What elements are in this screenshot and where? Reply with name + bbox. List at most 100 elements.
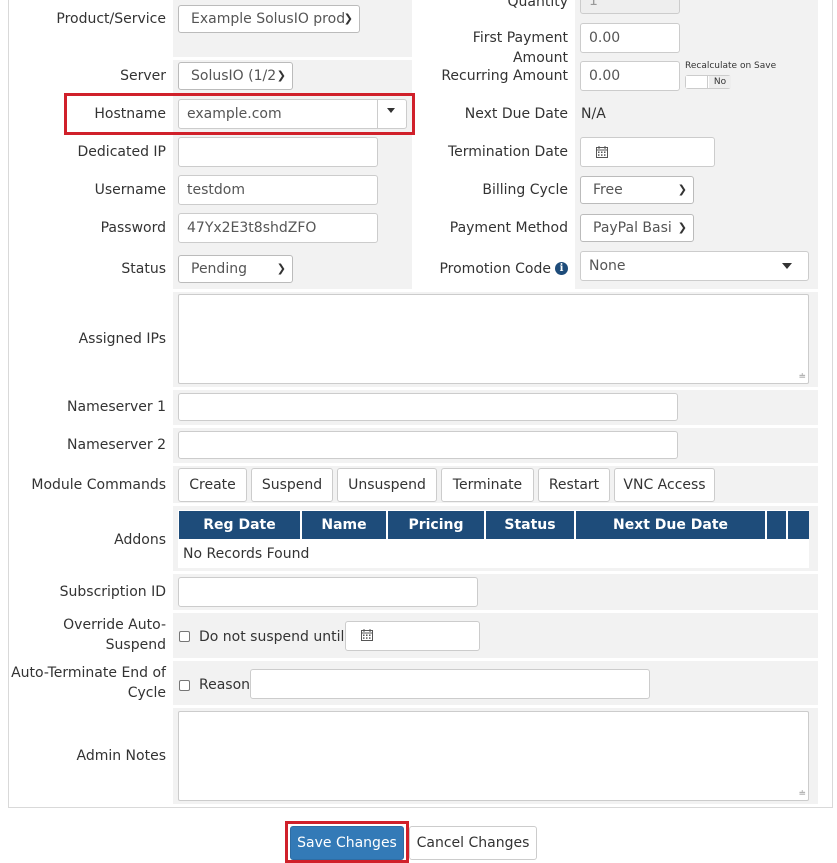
column-header-status[interactable]: Status — [486, 511, 576, 539]
row-sep — [173, 571, 818, 574]
status-value: Pending — [191, 261, 247, 277]
product-service-value: Example SolusIO prod — [191, 11, 346, 27]
addons-empty-text: No Records Found — [183, 546, 310, 562]
password-label: Password — [100, 220, 166, 236]
dedicated-ip-input[interactable] — [178, 137, 378, 167]
cancel-changes-button[interactable]: Cancel Changes — [409, 826, 537, 860]
save-changes-button[interactable]: Save Changes — [290, 826, 404, 860]
chevron-down-icon: ❯ — [276, 262, 286, 275]
recalculate-toggle[interactable]: No — [685, 75, 731, 89]
chevron-down-icon: ❯ — [276, 69, 286, 82]
chevron-down-icon: ❯ — [677, 221, 687, 234]
nameserver1-input[interactable] — [178, 393, 678, 421]
row-sep — [173, 658, 818, 661]
quantity-input[interactable]: 1 — [580, 0, 680, 14]
first-payment-label: First Payment Amount — [472, 30, 568, 66]
override-suspend-label-1: Override Auto- — [63, 617, 166, 633]
termination-label: Termination Date — [447, 144, 568, 160]
first-payment-input[interactable]: 0.00 — [580, 23, 680, 53]
addons-label: Addons — [114, 532, 166, 548]
restart-button[interactable]: Restart — [538, 468, 610, 502]
assigned-ips-textarea[interactable]: ≐ — [178, 294, 809, 384]
column-header-next-due-date[interactable]: Next Due Date — [576, 511, 767, 539]
username-label: Username — [94, 182, 166, 198]
column-header-blank-1 — [767, 511, 788, 539]
password-value: 47Yx2E3t8shdZFO — [187, 220, 317, 236]
auto-terminate-checkbox[interactable] — [179, 680, 190, 691]
do-not-suspend-label: Do not suspend until — [199, 629, 345, 645]
recurring-input[interactable]: 0.00 — [580, 61, 680, 91]
admin-notes-textarea[interactable]: ≐ — [178, 711, 809, 801]
reason-label: Reason — [199, 677, 251, 693]
toggle-knob — [686, 76, 708, 88]
server-select[interactable]: SolusIO (1/2 ❯ — [178, 62, 293, 90]
do-not-suspend-checkbox[interactable] — [179, 631, 190, 642]
row-sep — [173, 57, 412, 60]
column-header-name[interactable]: Name — [302, 511, 388, 539]
column-header-reg-date[interactable]: Reg Date — [179, 511, 302, 539]
nameserver2-input[interactable] — [178, 431, 678, 459]
auto-terminate-label-1: Auto-Terminate End of — [11, 665, 166, 681]
create-button[interactable]: Create — [178, 468, 247, 502]
resize-grip-icon[interactable]: ≐ — [798, 790, 806, 799]
admin-notes-label: Admin Notes — [76, 748, 166, 764]
column-header-blank-2 — [788, 511, 809, 539]
subscription-id-label: Subscription ID — [59, 584, 166, 600]
product-service-label: Product/Service — [56, 11, 166, 27]
row-sep — [173, 463, 818, 466]
next-due-value: N/A — [581, 106, 606, 122]
auto-terminate-label-2: Cycle — [127, 685, 166, 701]
server-value: SolusIO (1/2 — [191, 68, 277, 84]
resize-grip-icon[interactable]: ≐ — [798, 373, 806, 382]
info-icon[interactable]: i — [555, 262, 568, 275]
username-input[interactable]: testdom — [178, 175, 378, 205]
nameserver2-label: Nameserver 2 — [67, 437, 166, 453]
dedicated-ip-label: Dedicated IP — [77, 144, 166, 160]
payment-method-value: PayPal Basi — [593, 220, 672, 236]
promotion-code-value: None — [589, 258, 626, 274]
next-due-label: Next Due Date — [464, 106, 568, 122]
row-sep — [173, 387, 818, 390]
billing-cycle-value: Free — [593, 182, 623, 198]
nameserver1-label: Nameserver 1 — [67, 399, 166, 415]
row-sep — [173, 705, 818, 708]
vnc-access-button[interactable]: VNC Access — [614, 468, 715, 502]
status-select[interactable]: Pending ❯ — [178, 255, 293, 283]
product-service-select[interactable]: Example SolusIO prod ❯ — [178, 5, 360, 33]
recalculate-label: Recalculate on Save — [685, 61, 777, 71]
chevron-down-icon: ❯ — [343, 12, 353, 25]
row-sep — [173, 503, 818, 506]
billing-cycle-label: Billing Cycle — [482, 182, 568, 198]
row-sep — [173, 425, 818, 428]
quantity-label: Quantity — [507, 0, 569, 10]
quantity-value: 1 — [589, 0, 598, 9]
billing-cycle-select[interactable]: Free ❯ — [580, 176, 694, 204]
status-label: Status — [121, 261, 166, 277]
calendar-icon — [596, 146, 608, 158]
first-payment-value: 0.00 — [589, 30, 621, 46]
assigned-ips-label: Assigned IPs — [78, 331, 166, 347]
subscription-id-input[interactable] — [178, 577, 478, 607]
caret-down-icon[interactable] — [782, 263, 792, 269]
chevron-down-icon: ❯ — [677, 183, 687, 196]
terminate-button[interactable]: Terminate — [441, 468, 534, 502]
username-value: testdom — [187, 182, 245, 198]
row-sep — [173, 610, 818, 613]
recurring-label: Recurring Amount — [441, 68, 568, 84]
override-suspend-label-2: Suspend — [105, 637, 166, 653]
reason-input[interactable] — [250, 669, 650, 699]
row-sep — [173, 289, 818, 292]
payment-method-select[interactable]: PayPal Basi ❯ — [580, 214, 694, 242]
suspend-button[interactable]: Suspend — [251, 468, 333, 502]
unsuspend-button[interactable]: Unsuspend — [337, 468, 437, 502]
module-commands-label: Module Commands — [31, 477, 166, 493]
hostname-highlight — [64, 93, 415, 135]
password-input[interactable]: 47Yx2E3t8shdZFO — [178, 213, 378, 243]
calendar-icon — [361, 629, 373, 641]
payment-method-label: Payment Method — [449, 220, 568, 236]
promotion-code-select[interactable]: None — [580, 251, 809, 281]
toggle-state: No — [709, 76, 731, 88]
server-label: Server — [120, 68, 166, 84]
recurring-value: 0.00 — [589, 68, 621, 84]
column-header-pricing[interactable]: Pricing — [388, 511, 486, 539]
